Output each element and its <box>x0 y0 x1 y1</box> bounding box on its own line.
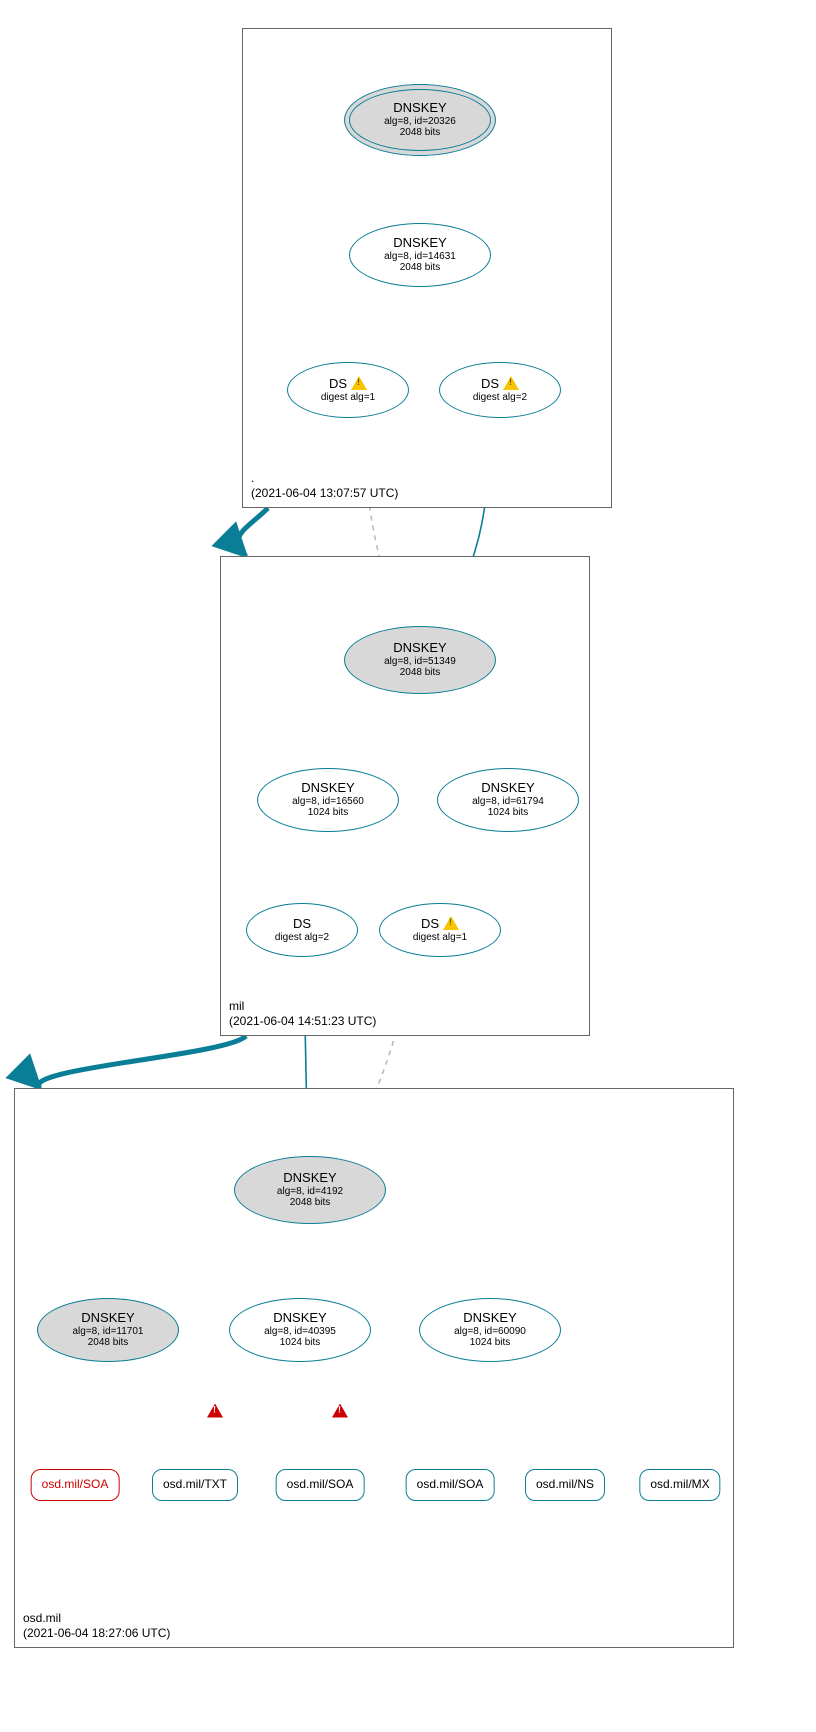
ds-mil-alg2: DS digest alg=2 <box>246 903 358 957</box>
zone-mil-name: mil <box>229 999 376 1014</box>
rrset-ns: osd.mil/NS <box>525 1469 605 1501</box>
dnskey-osd-40395: DNSKEY alg=8, id=40395 1024 bits <box>229 1298 371 1362</box>
zone-mil-label: mil (2021-06-04 14:51:23 UTC) <box>229 999 376 1029</box>
zone-osd-ts: (2021-06-04 18:27:06 UTC) <box>23 1626 170 1641</box>
dnskey-mil-zsk-16560: DNSKEY alg=8, id=16560 1024 bits <box>257 768 399 832</box>
ds-mil-alg1: DS digest alg=1 <box>379 903 501 957</box>
rrset-soa-2: osd.mil/SOA <box>276 1469 365 1501</box>
zone-mil-ts: (2021-06-04 14:51:23 UTC) <box>229 1014 376 1029</box>
zone-root-ts: (2021-06-04 13:07:57 UTC) <box>251 486 398 501</box>
dnskey-osd-ksk: DNSKEY alg=8, id=4192 2048 bits <box>234 1156 386 1224</box>
warning-icon <box>351 376 367 390</box>
ds-root-alg1: DS digest alg=1 <box>287 362 409 418</box>
error-icon <box>332 1404 348 1421</box>
dnskey-mil-zsk-61794: DNSKEY alg=8, id=61794 1024 bits <box>437 768 579 832</box>
dnskey-osd-11701: DNSKEY alg=8, id=11701 2048 bits <box>37 1298 179 1362</box>
rrset-soa-error: osd.mil/SOA <box>31 1469 120 1501</box>
zone-root-name: . <box>251 471 398 486</box>
zone-root-label: . (2021-06-04 13:07:57 UTC) <box>251 471 398 501</box>
dnssec-diagram: . (2021-06-04 13:07:57 UTC) mil (2021-06… <box>0 0 816 1732</box>
warning-icon <box>443 916 459 930</box>
dnskey-root-ksk: DNSKEY alg=8, id=20326 2048 bits <box>344 84 496 156</box>
dnskey-osd-60090: DNSKEY alg=8, id=60090 1024 bits <box>419 1298 561 1362</box>
rrset-soa-3: osd.mil/SOA <box>406 1469 495 1501</box>
rrset-txt: osd.mil/TXT <box>152 1469 238 1501</box>
warning-icon <box>503 376 519 390</box>
ds-root-alg2: DS digest alg=2 <box>439 362 561 418</box>
rrset-mx: osd.mil/MX <box>639 1469 720 1501</box>
zone-osd-name: osd.mil <box>23 1611 170 1626</box>
error-icon <box>207 1404 223 1421</box>
zone-osd-label: osd.mil (2021-06-04 18:27:06 UTC) <box>23 1611 170 1641</box>
dnskey-mil-ksk: DNSKEY alg=8, id=51349 2048 bits <box>344 626 496 694</box>
dnskey-root-zsk: DNSKEY alg=8, id=14631 2048 bits <box>349 223 491 287</box>
